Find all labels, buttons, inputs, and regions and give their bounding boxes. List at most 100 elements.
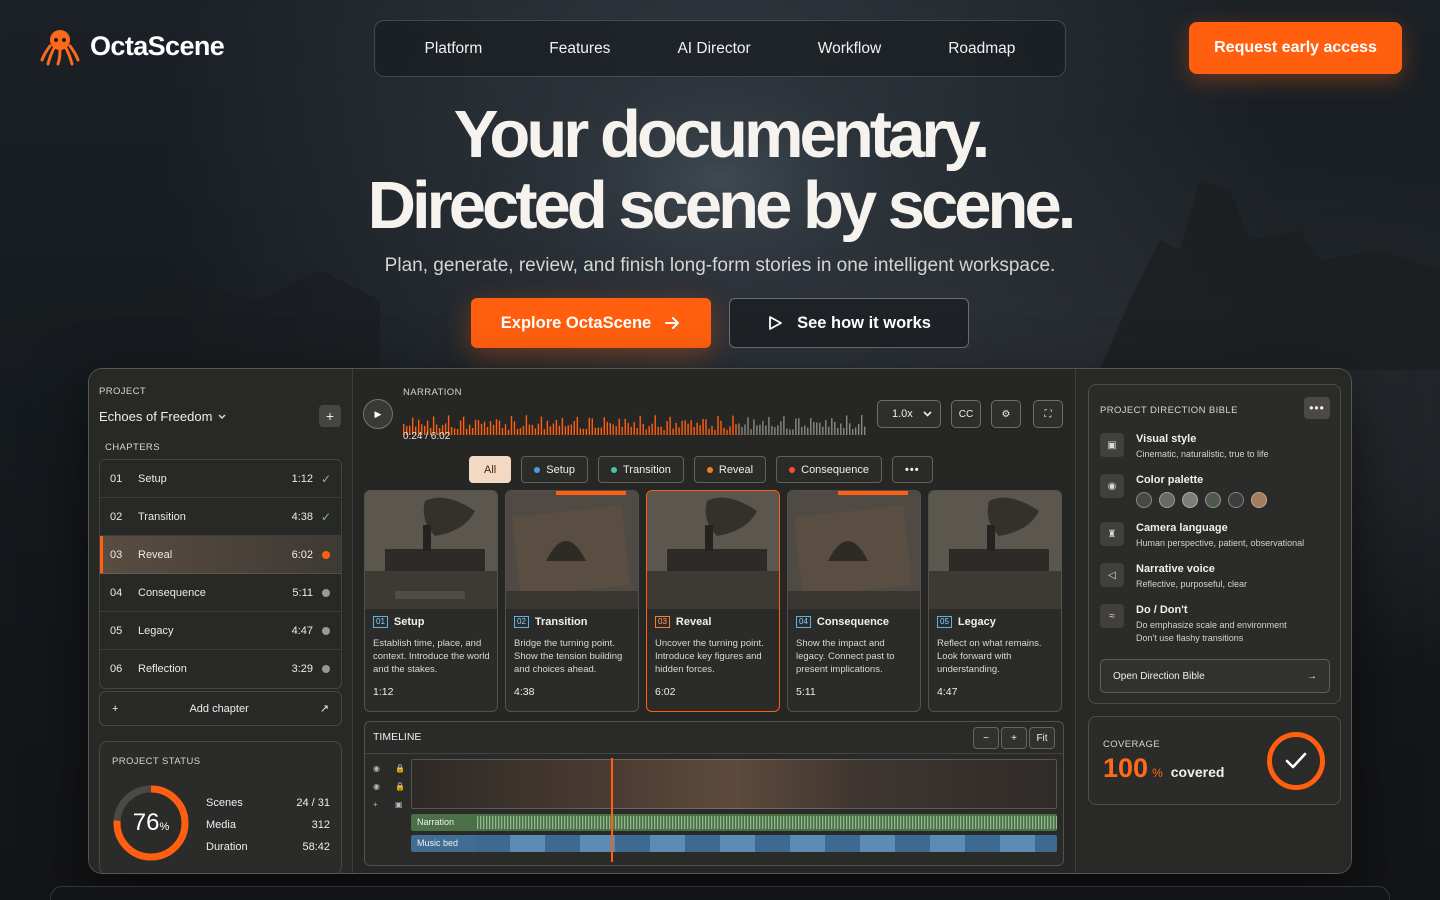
- lock-icon[interactable]: 🔒: [395, 764, 405, 773]
- zoom-in-button[interactable]: +: [1001, 727, 1027, 749]
- scene-number: 04: [796, 616, 811, 628]
- waveform-bar: [702, 419, 704, 435]
- request-access-button[interactable]: Request early access: [1189, 22, 1402, 74]
- narration-track-bar: [1035, 816, 1037, 829]
- waveform-bar: [831, 418, 833, 435]
- how-it-works-button[interactable]: See how it works: [729, 298, 969, 348]
- scene-card[interactable]: 04 Consequence Show the impact and legacy…: [787, 490, 921, 712]
- scene-card[interactable]: 02 Transition Bridge the turning point. S…: [505, 490, 639, 712]
- narration-track-bar: [1020, 816, 1022, 829]
- narration-track-bar: [999, 816, 1001, 829]
- narration-play-button[interactable]: ▶: [363, 399, 393, 429]
- waveform-bar: [492, 424, 495, 435]
- narration-track-bar: [618, 816, 620, 829]
- chapter-item[interactable]: 01 Setup 1:12 ✓: [100, 460, 341, 498]
- chapter-duration: 5:11: [292, 586, 313, 599]
- pending-dot-icon: [322, 626, 330, 635]
- filter-reveal[interactable]: Reveal: [693, 456, 767, 483]
- narration-track-bar: [615, 816, 617, 829]
- nav-platform[interactable]: Platform: [425, 40, 483, 58]
- filter-consequence[interactable]: Consequence: [776, 456, 883, 483]
- add-track-icon[interactable]: +: [373, 800, 380, 809]
- narration-track-bar: [525, 816, 527, 829]
- bible-item-color-palette[interactable]: ◉ Color palette: [1100, 474, 1336, 508]
- narration-track-bar: [621, 816, 623, 829]
- chapter-item[interactable]: 05 Legacy 4:47: [100, 612, 341, 650]
- nav-workflow[interactable]: Workflow: [818, 40, 881, 58]
- chapter-item[interactable]: 06 Reflection 3:29: [100, 650, 341, 688]
- waveform-bar: [609, 423, 611, 435]
- more-filters-button[interactable]: •••: [892, 456, 933, 483]
- nav-roadmap[interactable]: Roadmap: [948, 40, 1015, 58]
- narration-track-bar: [945, 816, 947, 829]
- fullscreen-button[interactable]: ⛶: [1033, 400, 1063, 428]
- add-project-button[interactable]: +: [319, 405, 341, 427]
- narration-track-bar: [861, 816, 863, 829]
- speed-select[interactable]: 1.0x: [877, 400, 941, 428]
- narration-waveform[interactable]: [403, 409, 867, 435]
- captions-button[interactable]: CC: [951, 400, 981, 428]
- color-swatch[interactable]: [1251, 492, 1267, 508]
- video-track[interactable]: [411, 759, 1057, 809]
- chapter-item-active[interactable]: 03 Reveal 6:02: [100, 536, 341, 574]
- waveform-bar: [777, 425, 779, 435]
- waveform-bar: [630, 426, 632, 435]
- bible-item-camera-language[interactable]: ♜ Camera language Human perspective, pati…: [1100, 522, 1336, 550]
- status-stats: Scenes 24 / 31 Media 312 Duration 58:42: [206, 792, 330, 858]
- bible-item-narrative-voice[interactable]: ◁ Narrative voice Reflective, purposeful,…: [1100, 563, 1336, 591]
- eye-icon[interactable]: ◉: [373, 782, 380, 791]
- color-swatch[interactable]: [1205, 492, 1221, 508]
- bible-item-do-dont[interactable]: ≈ Do / Don't Do emphasize scale and envi…: [1100, 604, 1336, 645]
- open-direction-bible-button[interactable]: Open Direction Bible →: [1100, 659, 1330, 693]
- scene-card[interactable]: 05 Legacy Reflect on what remains. Look f…: [928, 490, 1062, 712]
- brand-logo[interactable]: OctaScene: [40, 26, 225, 66]
- scene-card-active[interactable]: 03 Reveal Uncover the turning point. Intr…: [646, 490, 780, 712]
- scene-number: 05: [937, 616, 952, 628]
- waveform-bar: [516, 428, 519, 435]
- nav-ai-director[interactable]: AI Director: [677, 40, 750, 58]
- waveform-bar: [819, 422, 821, 435]
- narration-track-bar: [954, 816, 956, 829]
- color-swatch[interactable]: [1159, 492, 1175, 508]
- scene-card[interactable]: 01 Setup Establish time, place, and conte…: [364, 490, 498, 712]
- narration-track-bar: [996, 816, 998, 829]
- coverage-unit: %: [1152, 766, 1163, 780]
- waveform-bar: [561, 417, 564, 435]
- music-track[interactable]: Music bed: [411, 835, 1057, 852]
- fit-button[interactable]: Fit: [1029, 727, 1055, 749]
- explore-button[interactable]: Explore OctaScene: [471, 298, 711, 348]
- narration-track-bar: [1029, 816, 1031, 829]
- narration-track-bar: [867, 816, 869, 829]
- arrow-right-icon: [665, 317, 680, 329]
- narration-label: NARRATION: [403, 387, 462, 398]
- settings-button[interactable]: ⚙: [991, 400, 1021, 428]
- color-swatch[interactable]: [1182, 492, 1198, 508]
- zoom-out-button[interactable]: −: [973, 727, 999, 749]
- add-chapter-button[interactable]: + Add chapter ↗: [99, 691, 342, 726]
- project-selector[interactable]: Echoes of Freedom: [99, 409, 226, 424]
- filter-transition[interactable]: Transition: [597, 456, 684, 483]
- layer-icon[interactable]: ▣: [395, 800, 405, 809]
- waveform-bar: [738, 423, 740, 435]
- waveform-bar: [696, 422, 698, 435]
- octopus-logo-icon: [40, 30, 80, 66]
- hero-title-line-1: Your documentary.: [453, 97, 991, 172]
- chapter-name: Reveal: [138, 548, 173, 561]
- nav-features[interactable]: Features: [549, 40, 610, 58]
- filter-all[interactable]: All: [469, 456, 512, 483]
- filter-setup[interactable]: Setup: [521, 456, 588, 483]
- bible-item-visual-style[interactable]: ▣ Visual style Cinematic, naturalistic, t…: [1100, 433, 1336, 461]
- chapter-item[interactable]: 04 Consequence 5:11: [100, 574, 341, 612]
- color-swatch[interactable]: [1136, 492, 1152, 508]
- narration-track[interactable]: Narration: [411, 814, 1057, 831]
- lock-icon[interactable]: 🔒: [395, 782, 405, 791]
- chapter-item[interactable]: 02 Transition 4:38 ✓: [100, 498, 341, 536]
- more-options-button[interactable]: •••: [1304, 397, 1330, 419]
- eye-icon[interactable]: ◉: [373, 764, 380, 773]
- waveform-bar: [507, 429, 510, 435]
- playhead[interactable]: [611, 758, 613, 862]
- music-track-segment: [580, 835, 615, 852]
- narration-track-bar: [735, 816, 737, 829]
- color-swatch[interactable]: [1228, 492, 1244, 508]
- gear-icon: ⚙: [1001, 408, 1011, 420]
